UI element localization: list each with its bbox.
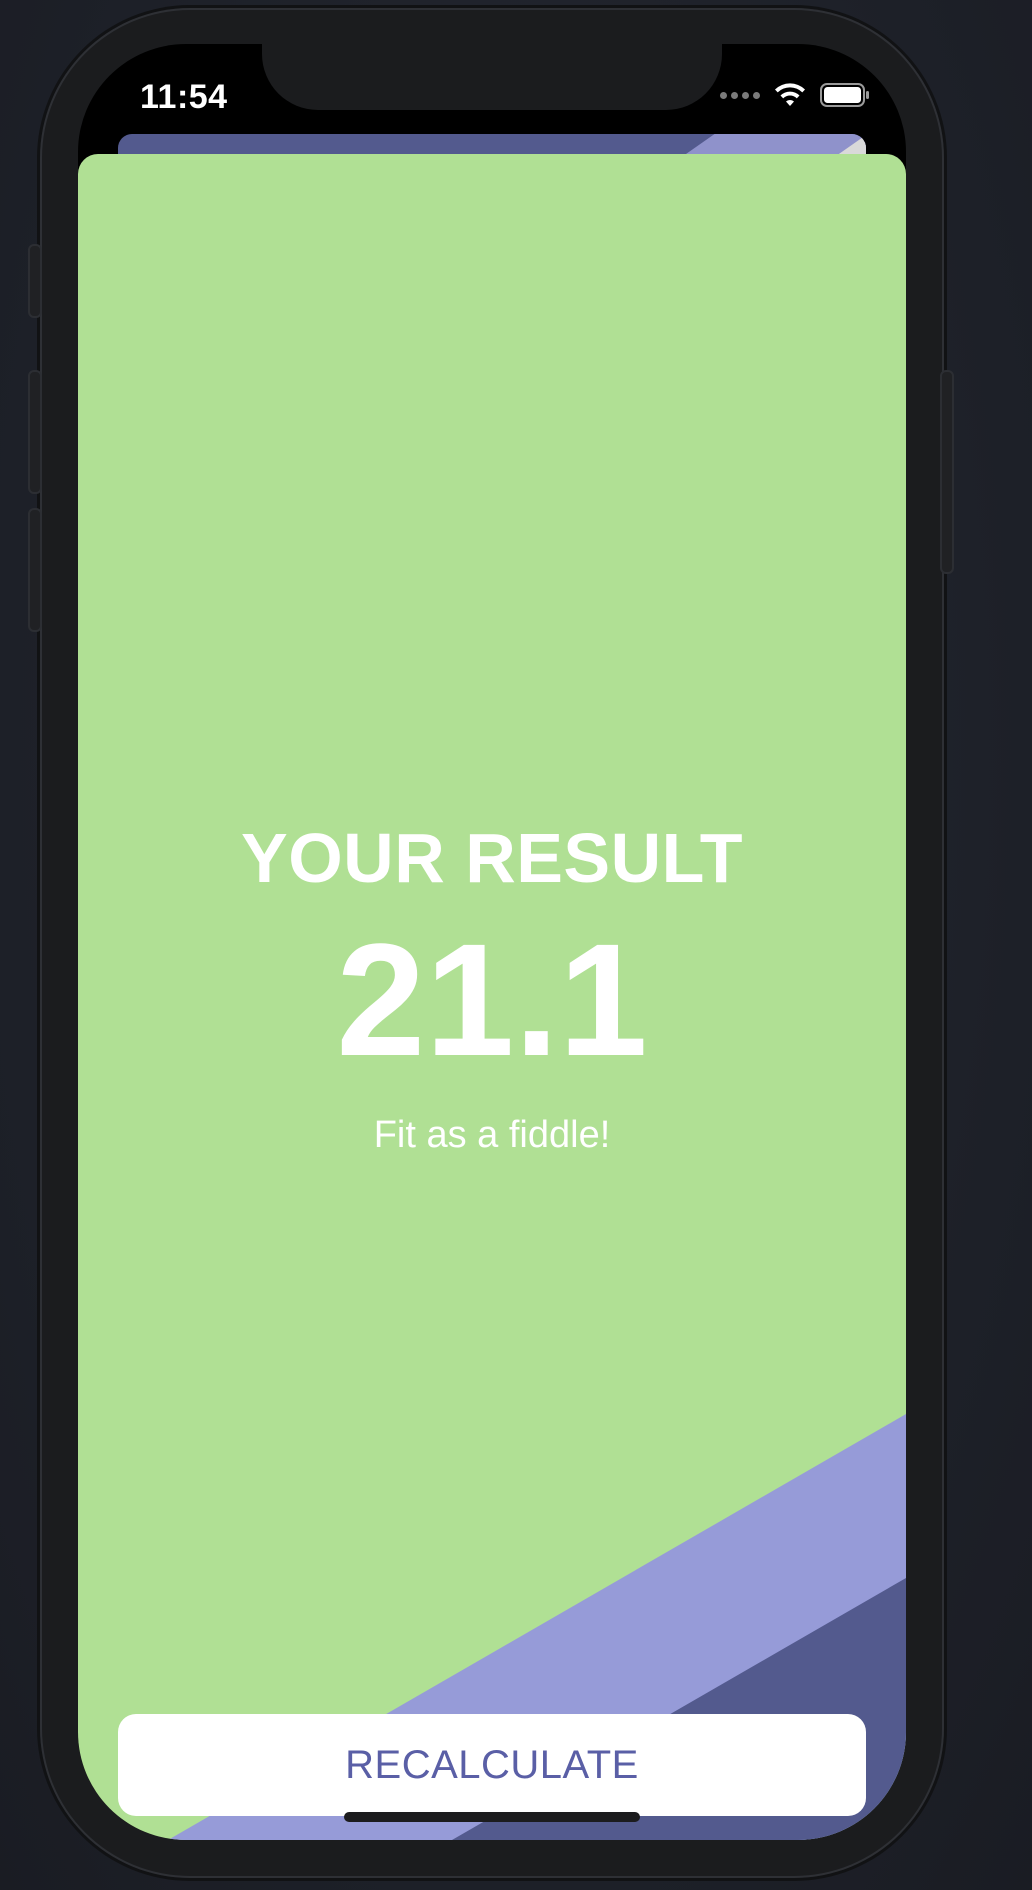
bmi-value: 21.1 — [336, 910, 648, 1089]
volume-down-button — [28, 508, 42, 632]
power-button — [940, 370, 954, 574]
recalculate-button[interactable]: RECALCULATE — [118, 1714, 866, 1816]
status-bar-time: 11:54 — [140, 78, 228, 116]
cellular-signal-icon — [720, 91, 760, 99]
result-sheet: YOUR RESULT 21.1 Fit as a fiddle! RECALC… — [78, 154, 906, 1840]
result-heading: YOUR RESULT — [241, 819, 743, 897]
home-indicator[interactable] — [344, 1812, 640, 1822]
result-message: Fit as a fiddle! — [373, 1114, 611, 1156]
phone-screen: 11:54 YOUR RESULT 21.1 Fit as a fiddle! … — [78, 44, 906, 1840]
battery-icon — [820, 83, 869, 107]
display-notch — [262, 44, 722, 110]
simulator-stage: 11:54 YOUR RESULT 21.1 Fit as a fiddle! … — [0, 0, 1032, 1890]
volume-up-button — [28, 370, 42, 494]
wifi-icon — [775, 83, 805, 106]
status-bar-icons — [720, 80, 870, 110]
mute-switch — [28, 244, 42, 318]
